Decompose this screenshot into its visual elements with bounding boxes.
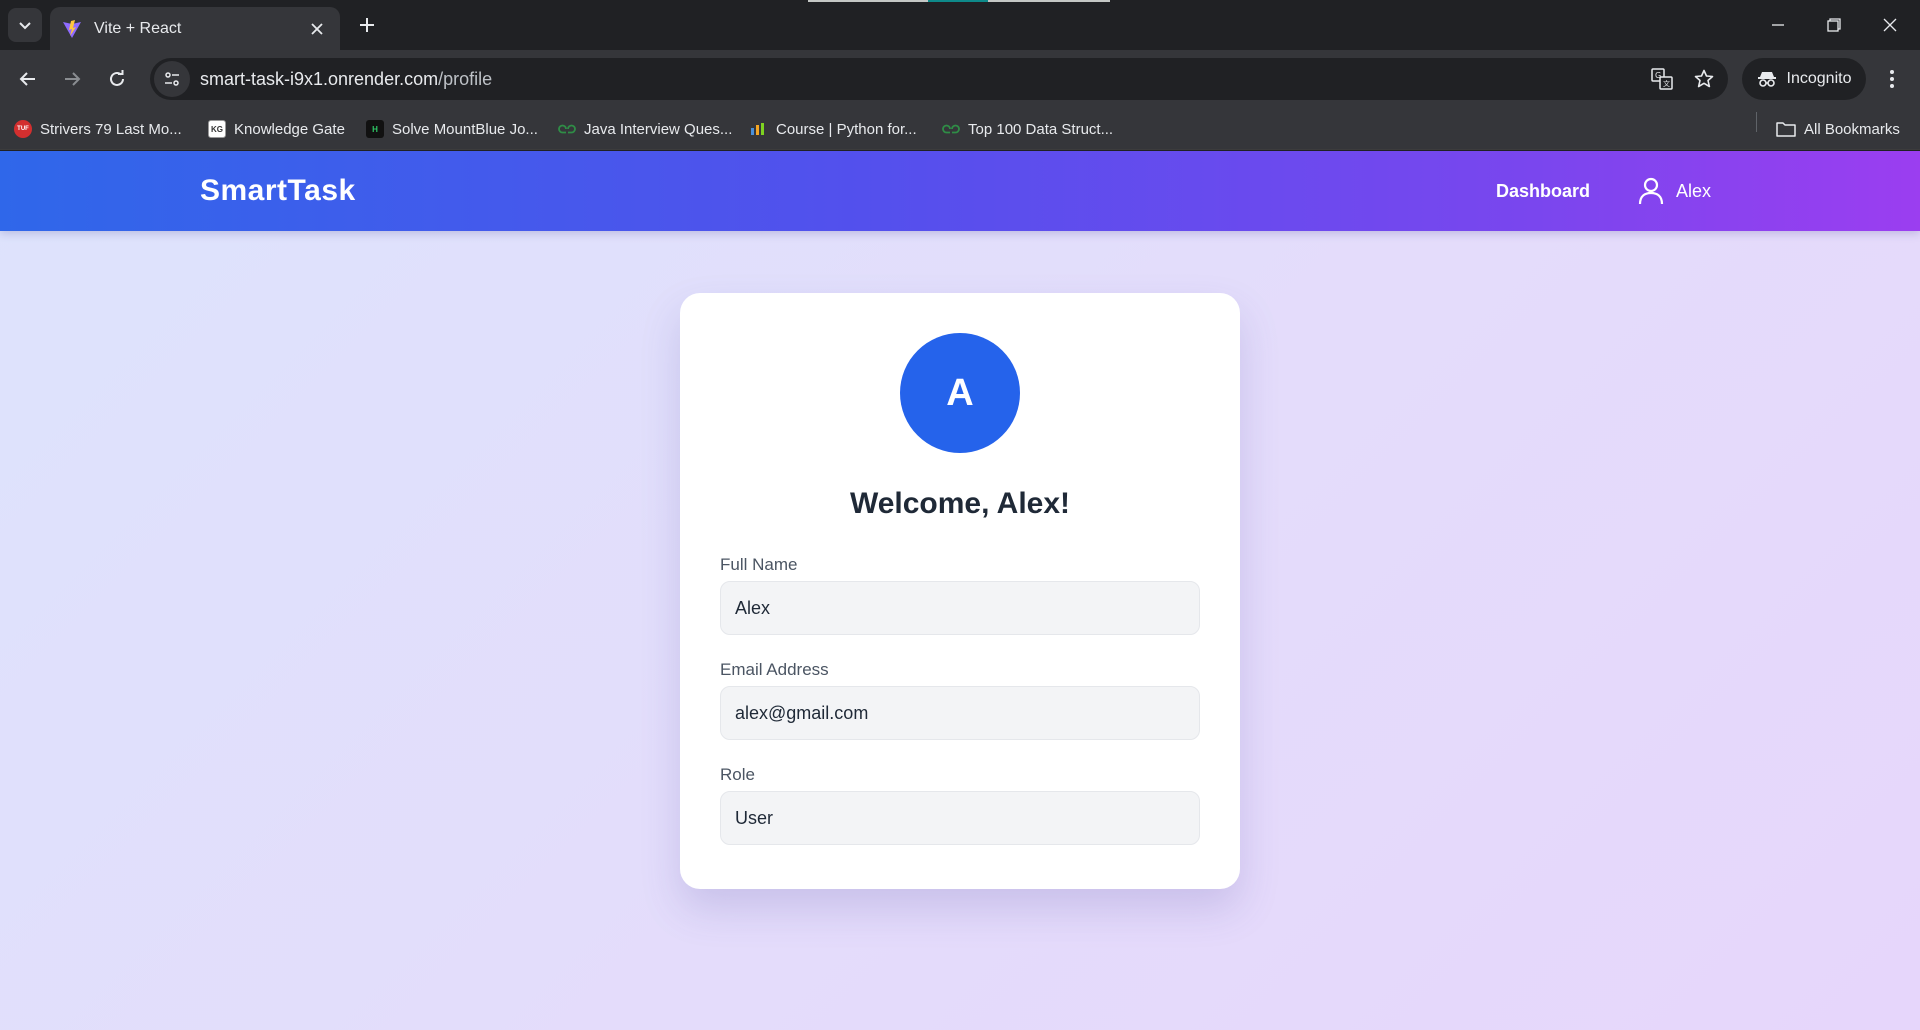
minimize-button[interactable] <box>1750 0 1806 50</box>
url-host: smart-task-i9x1.onrender.com <box>200 68 439 89</box>
close-window-button[interactable] <box>1862 0 1918 50</box>
bookmark-star-button[interactable] <box>1686 61 1722 97</box>
incognito-indicator[interactable]: Incognito <box>1742 58 1866 100</box>
knowledge-gate-icon: KG <box>208 120 226 138</box>
bookmark-label: Top 100 Data Struct... <box>968 120 1114 138</box>
all-bookmarks-label: All Bookmarks <box>1804 120 1900 138</box>
brand-logo[interactable]: SmartTask <box>200 174 356 208</box>
bookmark-label: Course | Python for... <box>776 120 917 138</box>
arrow-right-icon <box>65 72 81 86</box>
browser-tabstrip: Vite + React <box>0 0 1920 50</box>
new-tab-button[interactable] <box>352 10 382 40</box>
nav-dashboard-link[interactable]: Dashboard <box>1496 181 1590 202</box>
plus-icon <box>360 18 374 32</box>
tab-title: Vite + React <box>94 19 182 37</box>
all-bookmarks-button[interactable]: All Bookmarks <box>1776 118 1900 140</box>
nav-user-name: Alex <box>1676 180 1712 201</box>
hackerrank-icon: H <box>366 120 384 138</box>
geeksforgeeks-icon <box>558 124 576 134</box>
svg-text:文: 文 <box>1663 79 1670 88</box>
email-field[interactable] <box>720 686 1200 740</box>
star-icon <box>1694 69 1714 88</box>
incognito-icon <box>1757 72 1776 87</box>
site-info-button[interactable] <box>154 61 190 97</box>
svg-text:G: G <box>1655 71 1661 80</box>
user-icon <box>1638 177 1664 205</box>
bookmark-item[interactable]: H Solve MountBlue Jo... <box>366 118 538 140</box>
bookmark-item[interactable]: Java Interview Ques... <box>558 118 732 140</box>
bookmarks-bar: TUF Strivers 79 Last Mo... KG Knowledge … <box>0 108 1920 150</box>
loading-indicator <box>808 0 1110 2</box>
bookmarks-divider <box>1756 112 1757 132</box>
tab-close-icon[interactable] <box>306 18 328 40</box>
tuf-icon: TUF <box>14 120 32 138</box>
bookmark-label: Knowledge Gate <box>234 120 345 138</box>
role-label: Role <box>720 765 755 784</box>
email-label: Email Address <box>720 660 829 679</box>
url-text[interactable]: smart-task-i9x1.onrender.com/profile <box>200 69 1644 90</box>
restore-icon <box>1827 18 1841 32</box>
kebab-menu-icon <box>1890 70 1894 88</box>
bookmark-item[interactable]: TUF Strivers 79 Last Mo... <box>14 118 182 140</box>
full-name-label: Full Name <box>720 555 798 574</box>
full-name-field[interactable] <box>720 581 1200 635</box>
bookmark-item[interactable]: Top 100 Data Struct... <box>942 118 1113 140</box>
translate-button[interactable]: G文 <box>1644 61 1680 97</box>
app-navbar: SmartTask Dashboard Alex <box>0 151 1920 231</box>
url-path: /profile <box>438 68 493 89</box>
forward-button[interactable] <box>56 63 88 95</box>
bookmark-label: Java Interview Ques... <box>584 120 733 138</box>
tab-search-button[interactable] <box>8 8 42 42</box>
reload-icon <box>110 70 124 86</box>
role-field[interactable] <box>720 791 1200 845</box>
bookmark-label: Strivers 79 Last Mo... <box>40 120 182 138</box>
tune-icon <box>165 72 179 86</box>
browser-menu-button[interactable] <box>1876 63 1908 95</box>
browser-tab-active[interactable]: Vite + React <box>50 7 340 50</box>
browser-toolbar: smart-task-i9x1.onrender.com/profile G文 … <box>0 50 1920 108</box>
avatar: A <box>900 333 1020 453</box>
welcome-heading: Welcome, Alex! <box>849 487 1071 520</box>
profile-card: A Welcome, Alex! Full Name Email Address… <box>680 293 1240 889</box>
restore-button[interactable] <box>1806 0 1862 50</box>
bookmark-item[interactable]: KG Knowledge Gate <box>208 118 345 140</box>
reload-button[interactable] <box>101 63 133 95</box>
course-icon <box>751 123 764 135</box>
page-viewport: SmartTask Dashboard Alex A Welcome, Alex… <box>0 151 1920 1030</box>
minimize-icon <box>1772 24 1784 26</box>
nav-user-profile[interactable]: Alex <box>1638 176 1711 206</box>
back-button[interactable] <box>12 63 44 95</box>
bookmark-label: Solve MountBlue Jo... <box>392 120 538 138</box>
vite-favicon-icon <box>63 19 81 38</box>
bookmark-item[interactable]: Course | Python for... <box>750 118 917 140</box>
folder-icon <box>1776 122 1796 137</box>
arrow-left-icon <box>19 72 35 86</box>
translate-icon: G文 <box>1651 68 1673 90</box>
geeksforgeeks-icon <box>942 124 960 134</box>
address-bar[interactable]: smart-task-i9x1.onrender.com/profile G文 <box>150 58 1728 100</box>
close-icon <box>1883 18 1897 32</box>
chevron-down-icon <box>19 22 31 30</box>
incognito-label: Incognito <box>1786 70 1852 87</box>
